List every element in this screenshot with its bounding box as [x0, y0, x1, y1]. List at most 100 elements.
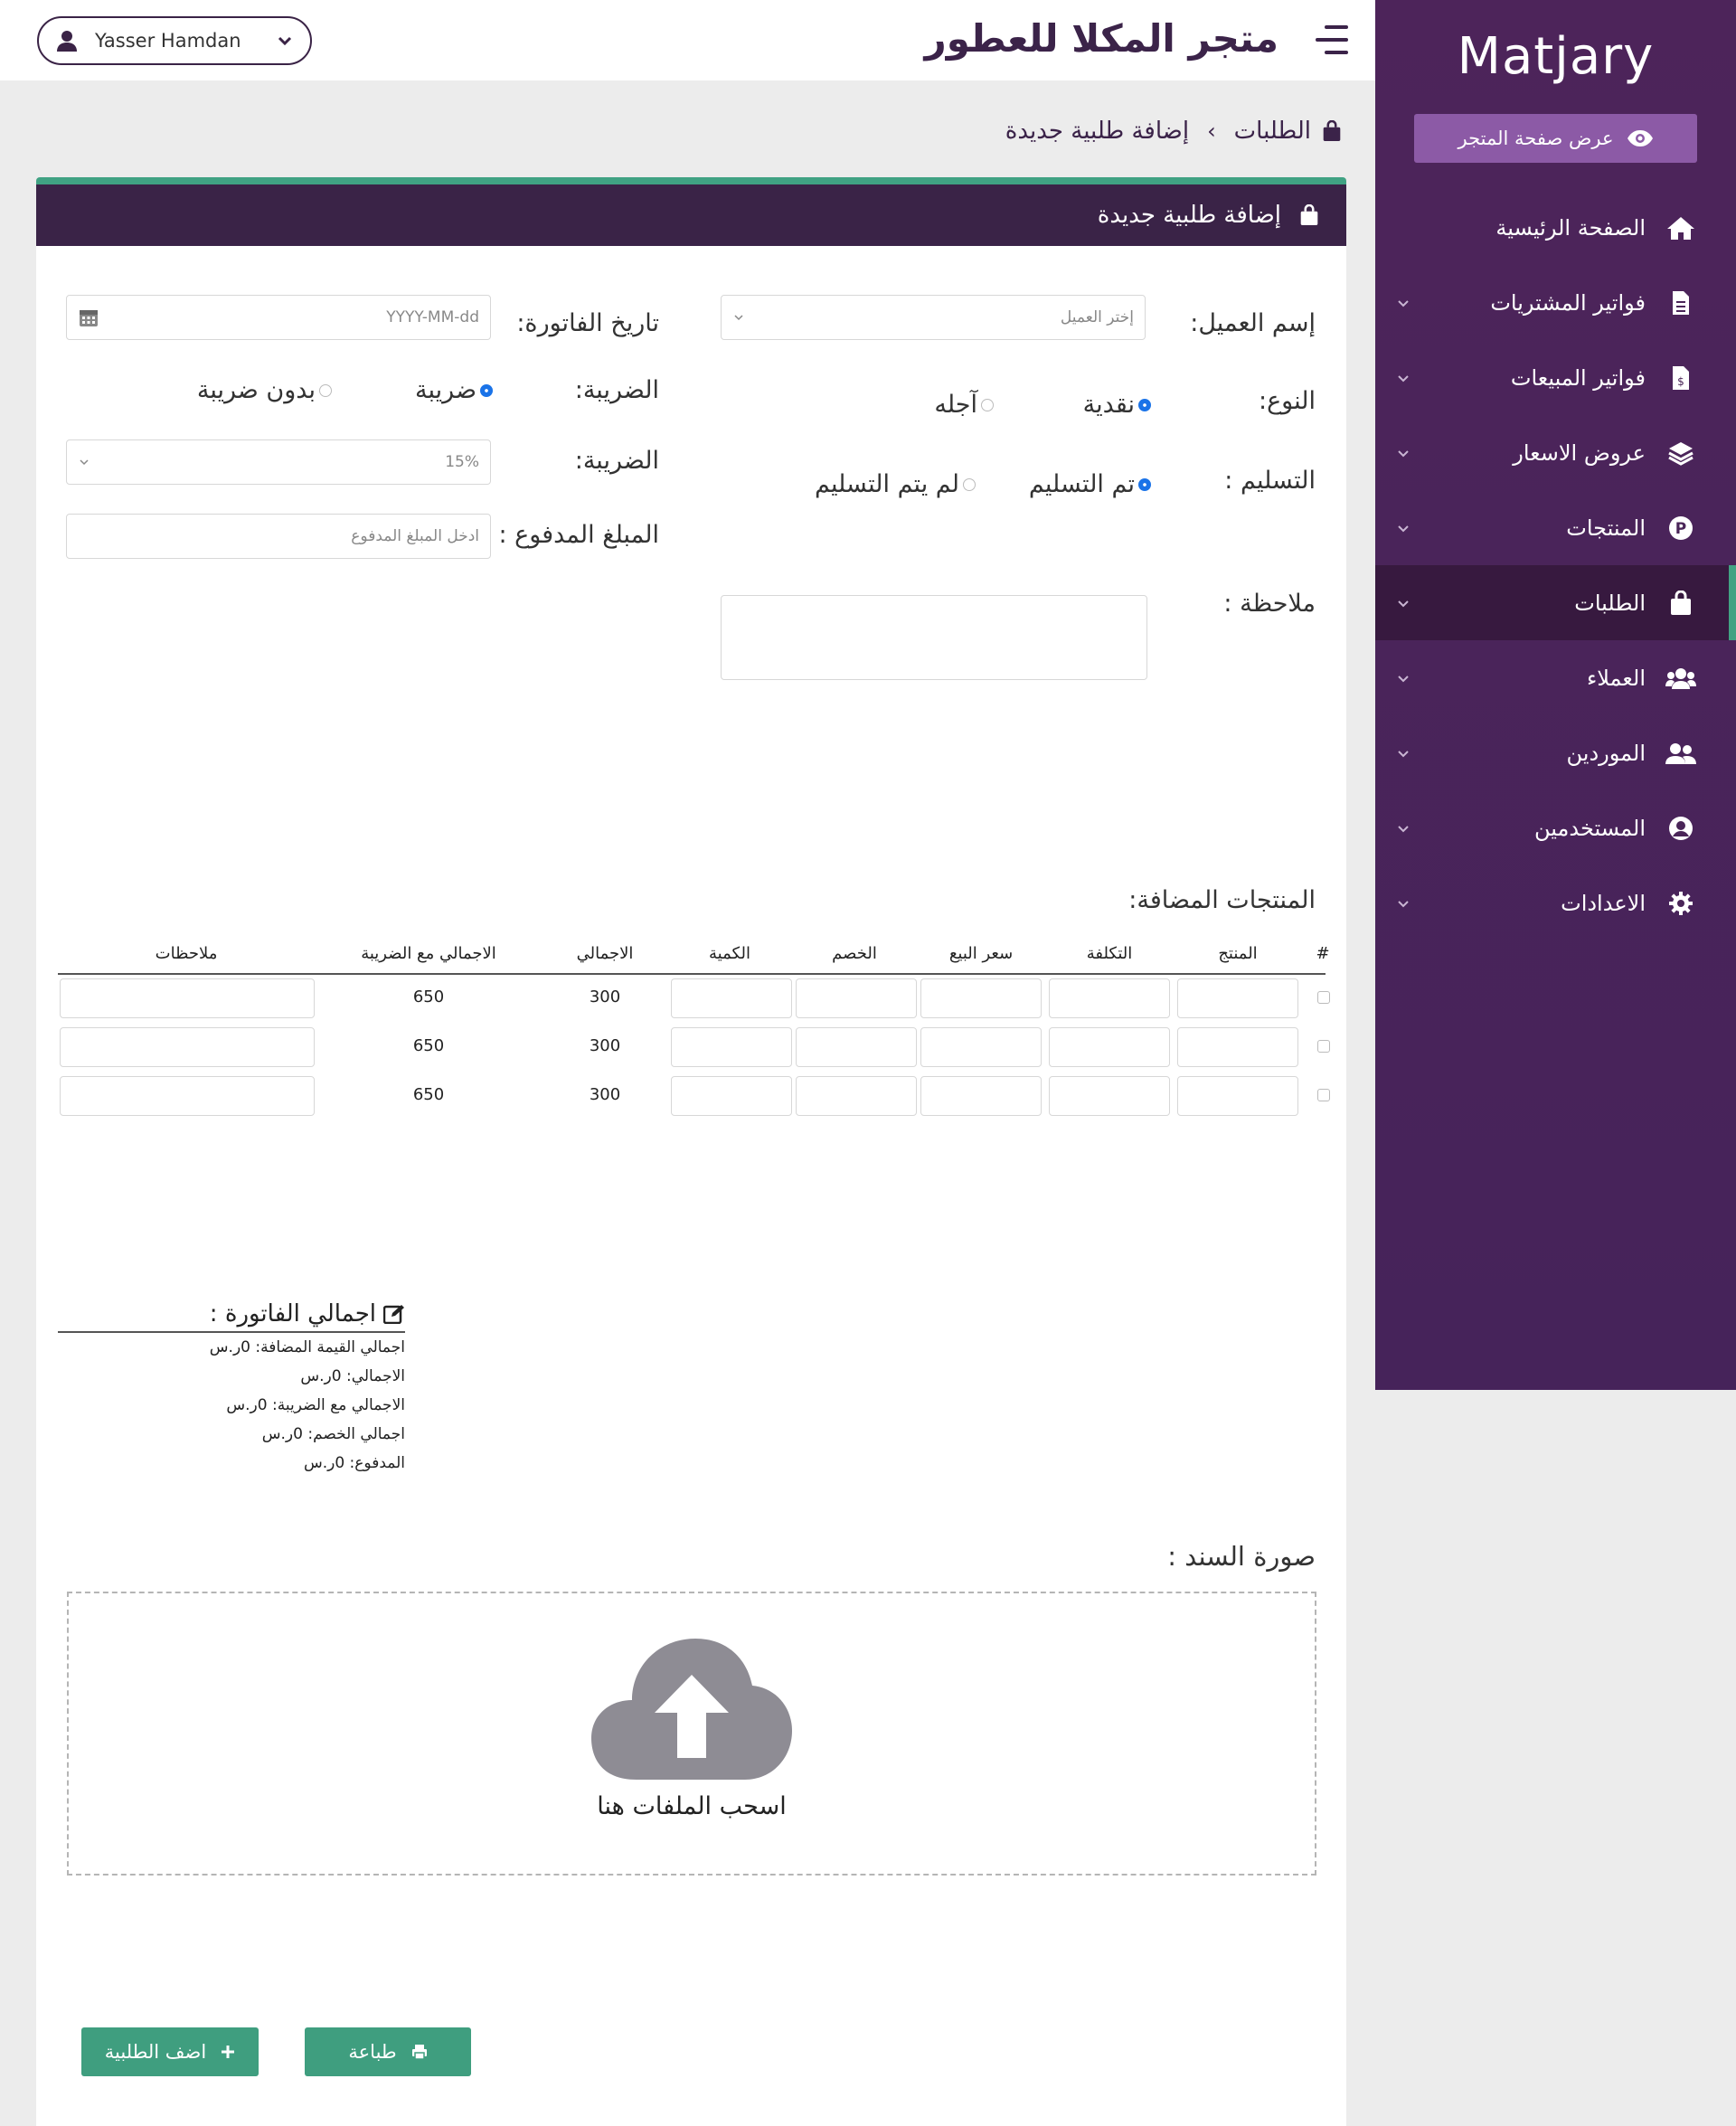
user-circle-icon: [1665, 813, 1696, 844]
menu-toggle-icon[interactable]: [1312, 22, 1348, 58]
row-total-with-tax: 650: [412, 987, 445, 1006]
sidebar-item-settings[interactable]: الاعدادات: [1375, 865, 1736, 940]
sidebar-item-label: فواتير المشتريات: [1490, 289, 1646, 316]
row-notes-input[interactable]: [60, 978, 315, 1018]
store-title: متجر المكلا للعطور: [924, 16, 1278, 61]
invoice-date-input[interactable]: YYYY-MM-dd: [66, 295, 491, 340]
row-notes-input[interactable]: [60, 1027, 315, 1067]
eye-icon: [1627, 130, 1653, 146]
chevron-down-icon: [1398, 449, 1409, 457]
shopping-bag-icon: [1665, 588, 1696, 619]
tax-rate-select[interactable]: 15%: [66, 439, 491, 485]
brand-logo: Matjary: [1457, 27, 1655, 86]
sidebar-item-label: الاعدادات: [1561, 890, 1646, 916]
note-label: ملاحظة :: [1223, 590, 1316, 618]
view-store-button[interactable]: عرض صفحة المتجر: [1414, 114, 1697, 163]
product-p-icon: P: [1665, 513, 1696, 543]
totals-title-text: اجمالي الفاتورة :: [209, 1300, 376, 1328]
tax-without-label: بدون ضريبة: [196, 376, 316, 404]
sidebar-item-label: المنتجات: [1566, 515, 1646, 541]
sidebar-item-products[interactable]: P المنتجات: [1375, 490, 1736, 565]
product-input[interactable]: [1177, 978, 1298, 1018]
home-icon: [1665, 213, 1696, 243]
sale-price-input[interactable]: [920, 1027, 1042, 1067]
customer-placeholder: إختر العميل: [1060, 308, 1134, 326]
total-amount: الاجمالي: 0ر.س: [300, 1367, 405, 1385]
print-icon: [411, 2045, 427, 2060]
chevron-down-icon: [1398, 524, 1409, 532]
sidebar-item-suppliers[interactable]: الموردين: [1375, 715, 1736, 790]
sidebar-item-purchase-invoices[interactable]: فواتير المشتريات: [1375, 265, 1736, 340]
user-dropdown[interactable]: Yasser Hamdan: [37, 16, 312, 65]
col-header-product: المنتج: [1218, 944, 1258, 963]
sale-price-input[interactable]: [920, 1076, 1042, 1116]
cloud-upload-icon: [591, 1639, 792, 1780]
chevron-down-icon: [80, 459, 89, 466]
row-checkbox[interactable]: [1317, 1040, 1330, 1053]
sale-price-input[interactable]: [920, 978, 1042, 1018]
breadcrumb-parent[interactable]: الطلبات: [1234, 118, 1311, 145]
delivery-not-radio[interactable]: لم يتم التسليم: [815, 470, 976, 498]
delivery-not-label: لم يتم التسليم: [814, 470, 959, 498]
cost-input[interactable]: [1049, 978, 1170, 1018]
edit-icon: [383, 1305, 404, 1324]
cost-input[interactable]: [1049, 1076, 1170, 1116]
breadcrumb-current: إضافة طلبية جديدة: [1005, 118, 1190, 145]
discount-input[interactable]: [796, 1076, 917, 1116]
sidebar-item-orders[interactable]: الطلبات: [1375, 565, 1736, 640]
quantity-input[interactable]: [671, 1076, 792, 1116]
file-dropzone[interactable]: اسحب الملفات هنا: [67, 1592, 1316, 1876]
row-total: 300: [589, 1036, 621, 1055]
product-input[interactable]: [1177, 1027, 1298, 1067]
delivery-done-radio[interactable]: تم التسليم: [1029, 470, 1151, 498]
add-order-label: اضف الطلبية: [104, 2041, 207, 2063]
sidebar-item-sales-invoices[interactable]: $ فواتير المبيعات: [1375, 340, 1736, 415]
quantity-input[interactable]: [671, 1027, 792, 1067]
discount-input[interactable]: [796, 1027, 917, 1067]
calendar-icon[interactable]: [78, 307, 99, 328]
product-input[interactable]: [1177, 1076, 1298, 1116]
add-order-button[interactable]: اضف الطلبية: [81, 2027, 259, 2076]
total-paid: المدفوع: 0ر.س: [303, 1454, 405, 1472]
discount-input[interactable]: [796, 978, 917, 1018]
row-checkbox[interactable]: [1317, 1089, 1330, 1101]
view-store-label: عرض صفحة المتجر: [1458, 128, 1614, 149]
paid-amount-input[interactable]: ادخل المبلغ المدفوع: [66, 514, 491, 559]
svg-text:P: P: [1675, 520, 1686, 538]
sidebar-item-customers[interactable]: العملاء: [1375, 640, 1736, 715]
note-textarea[interactable]: [721, 595, 1147, 680]
user-friends-icon: [1665, 738, 1696, 769]
products-title: المنتجات المضافة:: [1128, 886, 1316, 914]
total-discount: اجمالي الخصم: 0ر.س: [261, 1425, 405, 1443]
type-cash-radio[interactable]: نقدية: [1083, 391, 1151, 419]
order-form-card: إضافة طلبية جديدة إسم العميل: إختر العمي…: [36, 177, 1346, 2126]
tax-without-radio[interactable]: بدون ضريبة: [197, 376, 332, 404]
quantity-input[interactable]: [671, 978, 792, 1018]
radio-empty-icon: [963, 477, 976, 491]
users-group-icon: [1665, 663, 1696, 694]
row-notes-input[interactable]: [60, 1076, 315, 1116]
row-total-with-tax: 650: [412, 1036, 445, 1055]
row-checkbox[interactable]: [1317, 991, 1330, 1004]
shopping-bag-icon: [1323, 120, 1341, 141]
radio-empty-icon: [981, 398, 994, 411]
sidebar-item-users[interactable]: المستخدمين: [1375, 790, 1736, 865]
tax-with-radio[interactable]: ضريبة: [415, 376, 493, 404]
table-row: 300 650: [58, 1072, 1330, 1121]
chevron-down-icon: [734, 315, 743, 321]
type-cash-label: نقدية: [1082, 391, 1135, 419]
sidebar-item-home[interactable]: الصفحة الرئيسية: [1375, 190, 1736, 265]
chevron-down-icon: [278, 36, 292, 46]
print-button[interactable]: طباعة: [305, 2027, 471, 2076]
total-with-tax: الاجمالي مع الضريبة: 0ر.س: [226, 1396, 405, 1414]
user-name: Yasser Hamdan: [95, 30, 241, 52]
cost-input[interactable]: [1049, 1027, 1170, 1067]
sidebar-item-quotes[interactable]: عروض الاسعار: [1375, 415, 1736, 490]
col-header-quantity: الكمية: [709, 944, 750, 963]
customer-select[interactable]: إختر العميل: [721, 295, 1146, 340]
row-total-with-tax: 650: [412, 1085, 445, 1104]
paid-amount-label: المبلغ المدفوع :: [498, 521, 659, 549]
receipt-image-label: صورة السند :: [1167, 1541, 1316, 1572]
invoice-icon: [1665, 288, 1696, 318]
type-deferred-radio[interactable]: آجله: [934, 391, 994, 419]
